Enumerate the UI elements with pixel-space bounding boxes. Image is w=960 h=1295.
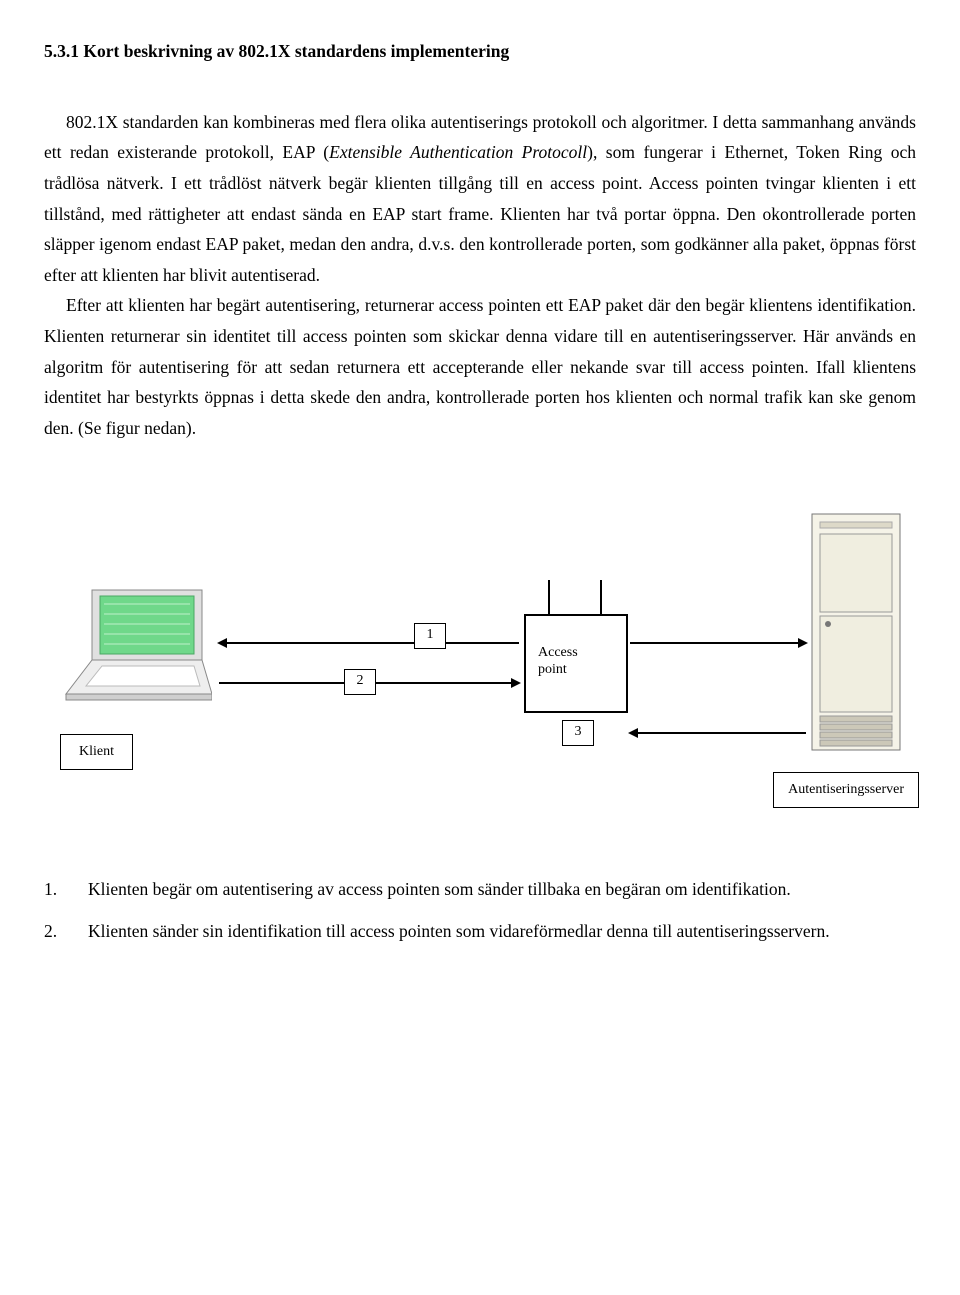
ap-label-line1: Access — [538, 645, 578, 660]
ap-label-line2: point — [538, 662, 567, 677]
arrow-server-to-ap — [630, 732, 806, 734]
step-number-3: 3 — [562, 720, 594, 746]
para1-b: ), som fungerar i Ethernet, Token Ring o… — [44, 142, 916, 285]
access-point-label: Access point — [538, 644, 578, 679]
para1-italic: Extensible Authentication Protocoll — [329, 142, 587, 162]
paragraph-1: 802.1X standarden kan kombineras med fle… — [44, 107, 916, 291]
server-icon — [806, 512, 906, 772]
auth-server-label: Autentiseringsserver — [773, 772, 919, 809]
step-item-1: Klienten begär om autentisering av acces… — [44, 874, 916, 905]
access-point-icon: Access point — [524, 614, 628, 713]
network-diagram: Klient Access point Autentiseringsserver — [44, 524, 916, 824]
client-label: Klient — [60, 734, 133, 771]
arrow-1 — [219, 642, 519, 644]
paragraph-2: Efter att klienten har begärt autentiser… — [44, 290, 916, 443]
step-number-2: 2 — [344, 669, 376, 695]
step-item-2: Klienten sänder sin identifikation till … — [44, 916, 916, 947]
laptop-icon — [62, 584, 212, 714]
step-number-1: 1 — [414, 623, 446, 649]
step-list: Klienten begär om autentisering av acces… — [44, 874, 916, 947]
section-heading: 5.3.1 Kort beskrivning av 802.1X standar… — [44, 36, 916, 67]
arrow-ap-to-server — [630, 642, 806, 644]
